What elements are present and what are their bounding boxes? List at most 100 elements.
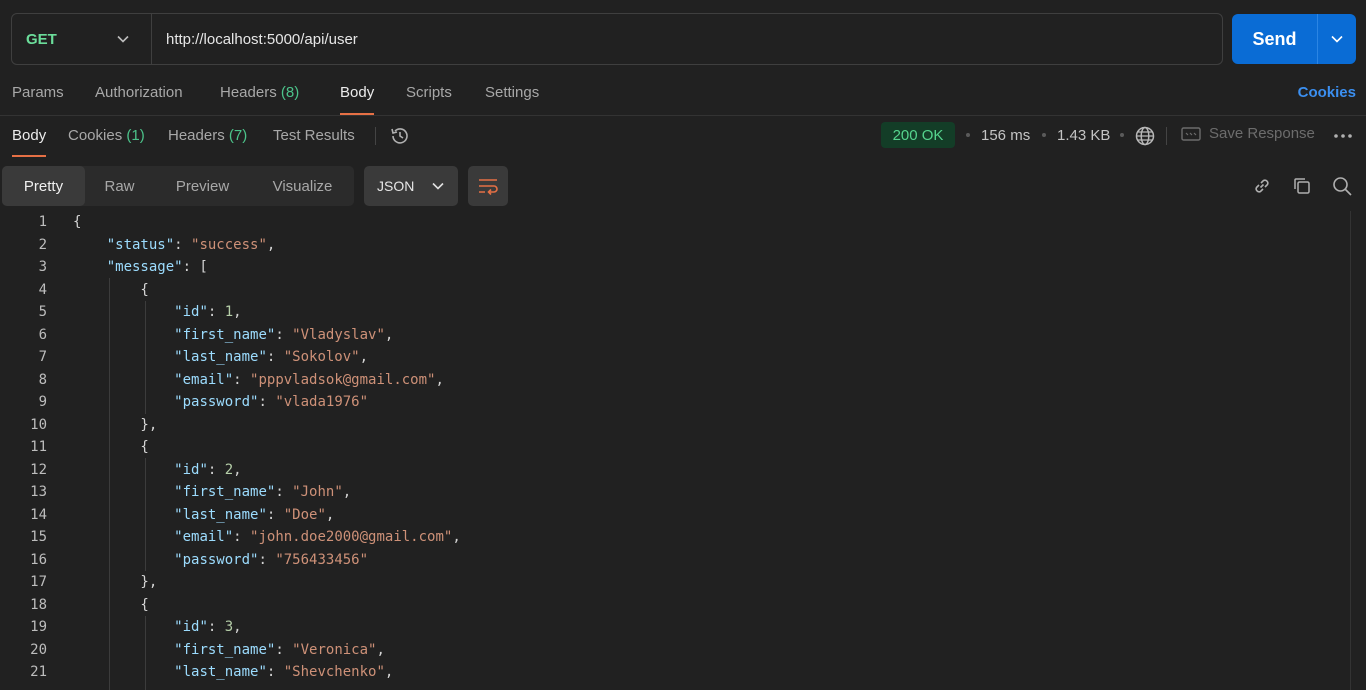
send-options-button[interactable] — [1317, 14, 1356, 64]
response-tab-headers-label: Headers — [168, 127, 225, 144]
more-horizontal-icon — [1334, 134, 1352, 138]
line-number: 11 — [30, 439, 47, 455]
code-text: "last_name": "Shevchenko", — [174, 664, 394, 680]
line-number: 17 — [30, 574, 47, 590]
code-line: 20 "first_name": "Veronica", — [0, 639, 1350, 661]
response-time[interactable]: 156 ms — [981, 127, 1030, 144]
line-number: 8 — [38, 372, 47, 388]
send-button[interactable]: Send — [1232, 14, 1317, 64]
line-number: 21 — [30, 664, 47, 680]
response-tab-headers[interactable]: Headers (7) — [168, 127, 247, 144]
tab-settings[interactable]: Settings — [485, 84, 539, 101]
line-number: 13 — [30, 484, 47, 500]
line-number: 2 — [38, 237, 47, 253]
link-icon — [1255, 179, 1269, 193]
network-button[interactable] — [1133, 124, 1157, 148]
view-visualize[interactable]: Visualize — [260, 166, 345, 206]
code-text: "id": 3, — [174, 619, 242, 635]
method-select[interactable]: GET — [12, 14, 152, 64]
code-text: "message": [ — [106, 259, 208, 275]
code-text: { — [73, 597, 149, 613]
code-text: "email": "john.doe2000@gmail.com", — [174, 529, 461, 545]
line-number: 1 — [38, 214, 47, 230]
code-text: "first_name": "John", — [174, 484, 352, 500]
request-tabs: Params Authorization Headers (8) Body Sc… — [0, 72, 1366, 116]
history-button[interactable] — [388, 124, 412, 148]
search-icon — [1333, 177, 1352, 196]
response-tab-test-results[interactable]: Test Results — [273, 127, 355, 144]
save-response-button[interactable]: Save Response — [1181, 125, 1315, 142]
chevron-down-icon — [117, 35, 129, 43]
save-response-icon — [1181, 126, 1201, 141]
code-line: 18 { — [0, 594, 1350, 616]
cookies-count: (1) — [126, 127, 145, 144]
code-text: }, — [73, 574, 158, 590]
editor-scrollbar[interactable] — [1350, 211, 1366, 690]
separator-dot — [1042, 133, 1046, 137]
code-text: "password": "756433456" — [174, 552, 369, 568]
more-options-button[interactable] — [1331, 124, 1355, 148]
code-text: "first_name": "Vladyslav", — [174, 327, 394, 343]
separator-dot — [966, 133, 970, 137]
code-text: "id": 2, — [174, 462, 242, 478]
code-line: 6 "first_name": "Vladyslav", — [0, 324, 1350, 346]
tab-body[interactable]: Body — [340, 84, 375, 115]
search-button[interactable] — [1330, 174, 1354, 198]
save-response-label: Save Response — [1209, 125, 1315, 142]
tab-headers[interactable]: Headers (8) — [220, 84, 299, 101]
code-line: 12 "id": 2, — [0, 459, 1350, 481]
response-tab-cookies-label: Cookies — [68, 127, 123, 144]
code-text: "status": "success", — [106, 237, 276, 253]
code-line: 2 "status": "success", — [0, 234, 1350, 256]
line-number: 7 — [38, 349, 47, 365]
cookies-link[interactable]: Cookies — [1298, 84, 1356, 101]
line-number: 6 — [38, 327, 47, 343]
line-number: 3 — [38, 259, 47, 275]
separator-dot — [1120, 133, 1124, 137]
wrap-text-icon — [479, 179, 498, 195]
response-tabs: Body Cookies (1) Headers (7) Test Result… — [0, 116, 1366, 158]
tab-params[interactable]: Params — [12, 84, 64, 101]
response-headers-count: (7) — [228, 127, 248, 144]
copy-button[interactable] — [1290, 174, 1314, 198]
chevron-down-icon — [1331, 35, 1343, 43]
code-line: 14 "last_name": "Doe", — [0, 504, 1350, 526]
view-preview[interactable]: Preview — [165, 166, 240, 206]
code-text: }, — [73, 417, 158, 433]
tab-scripts[interactable]: Scripts — [406, 84, 452, 101]
line-number: 4 — [38, 282, 47, 298]
view-raw[interactable]: Raw — [97, 166, 142, 206]
tab-headers-label: Headers — [220, 84, 277, 101]
code-text: "email": "pppvladsok@gmail.com", — [174, 372, 444, 388]
line-number: 5 — [38, 304, 47, 320]
status-badge[interactable]: 200 OK — [881, 122, 955, 148]
line-number: 10 — [30, 417, 47, 433]
code-line: 16 "password": "756433456" — [0, 549, 1350, 571]
code-line: 3 "message": [ — [0, 256, 1350, 278]
send-button-group: Send — [1232, 14, 1356, 64]
url-input[interactable]: http://localhost:5000/api/user — [152, 31, 1222, 48]
response-tab-cookies[interactable]: Cookies (1) — [68, 127, 145, 144]
line-number: 18 — [30, 597, 47, 613]
view-mode-switch: Pretty Raw Preview Visualize — [2, 166, 354, 206]
format-label: JSON — [377, 178, 415, 194]
chevron-down-icon — [432, 182, 444, 190]
copy-link-button[interactable] — [1250, 174, 1274, 198]
view-pretty[interactable]: Pretty — [2, 166, 85, 206]
response-size[interactable]: 1.43 KB — [1057, 127, 1110, 144]
method-label: GET — [26, 30, 57, 48]
response-body-editor[interactable]: 1 { 2 "status": "success", 3 "message": … — [0, 211, 1350, 690]
line-number: 9 — [38, 394, 47, 410]
divider — [1166, 127, 1167, 145]
code-line: 10 }, — [0, 414, 1350, 436]
divider — [375, 127, 376, 145]
format-select[interactable]: JSON — [364, 166, 458, 206]
line-number: 16 — [30, 552, 47, 568]
code-line: 17 }, — [0, 571, 1350, 593]
code-line: 19 "id": 3, — [0, 616, 1350, 638]
code-line: 1 { — [0, 211, 1350, 233]
tab-authorization[interactable]: Authorization — [95, 84, 183, 101]
code-line: 13 "first_name": "John", — [0, 481, 1350, 503]
wrap-lines-button[interactable] — [468, 166, 508, 206]
response-tab-body[interactable]: Body — [12, 127, 47, 157]
